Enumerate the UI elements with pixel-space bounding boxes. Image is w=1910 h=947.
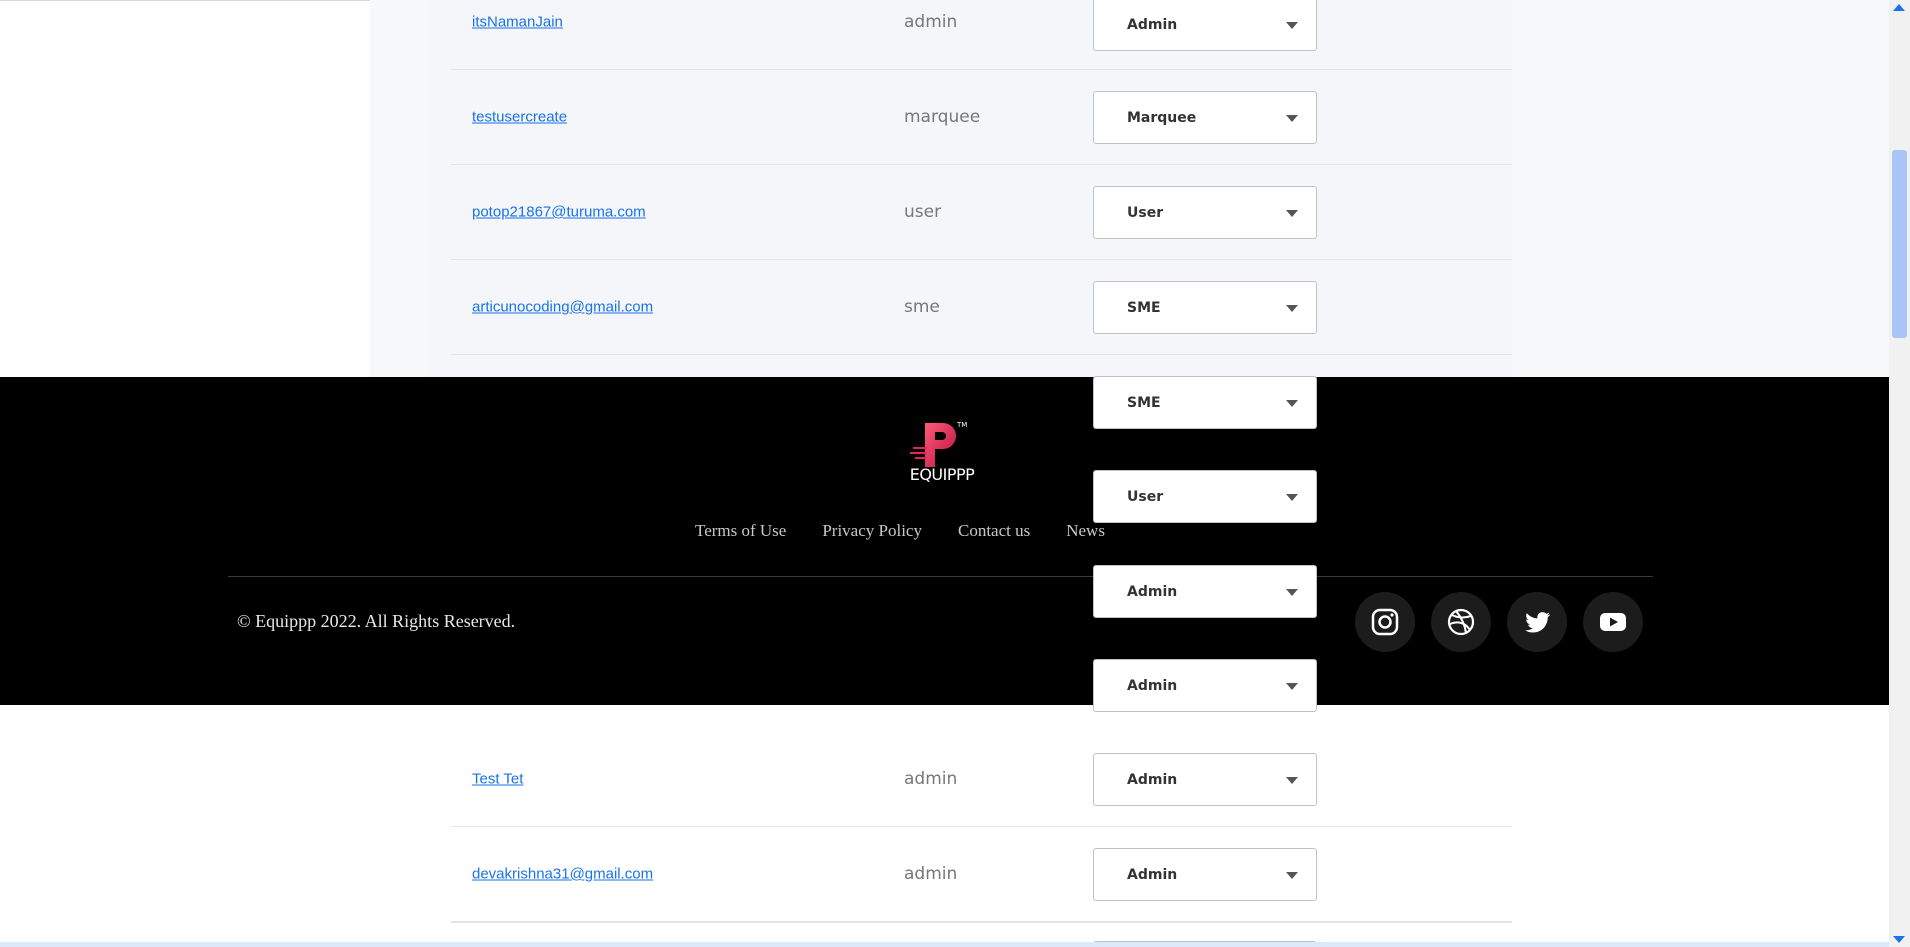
page: itsNamanJain admin testusercreate marque… — [0, 0, 1910, 947]
dribbble-button[interactable] — [1431, 592, 1491, 652]
youtube-button[interactable] — [1583, 592, 1643, 652]
user-role: admin — [904, 864, 958, 884]
chevron-down-icon — [1286, 21, 1298, 29]
user-name-link[interactable]: articunocoding@gmail.com — [472, 299, 653, 316]
copyright-text: © Equippp 2022. All Rights Reserved. — [237, 611, 516, 631]
privacy-policy-link[interactable]: Privacy Policy — [822, 521, 922, 541]
table-row: potop21867@turuma.com user — [451, 165, 1512, 260]
role-select-value: Admin — [1127, 677, 1178, 694]
role-select[interactable]: SME — [1093, 376, 1317, 429]
twitter-icon — [1525, 612, 1551, 633]
user-name-link[interactable]: devakrishna31@gmail.com — [472, 866, 653, 883]
user-role: admin — [904, 769, 958, 789]
role-select[interactable]: SME — [1093, 281, 1317, 334]
scrollbar-thumb[interactable] — [1892, 150, 1907, 338]
role-select-value: Admin — [1127, 866, 1178, 883]
logo-wordmark: EQUIPPP — [909, 465, 975, 484]
role-select[interactable]: Admin — [1093, 659, 1317, 712]
user-name-link[interactable]: testusercreate — [472, 109, 567, 126]
vertical-scrollbar[interactable] — [1889, 0, 1910, 947]
table-row: articunocoding@gmail.com sme — [451, 260, 1512, 355]
user-role: admin — [904, 12, 958, 32]
role-select-value: Admin — [1127, 771, 1178, 788]
chevron-down-icon — [1286, 588, 1298, 596]
role-select[interactable]: Admin — [1093, 565, 1317, 618]
table-row: itsNamanJain admin — [451, 0, 1512, 70]
instagram-button[interactable] — [1355, 592, 1415, 652]
role-select-value: SME — [1127, 394, 1161, 411]
role-select[interactable]: Admin — [1093, 848, 1317, 901]
user-name-link[interactable]: Test Tet — [472, 771, 523, 788]
role-select-value: User — [1127, 488, 1164, 505]
contact-us-link[interactable]: Contact us — [958, 521, 1030, 541]
scroll-down-arrow-icon[interactable] — [1893, 936, 1905, 943]
chevron-down-icon — [1286, 209, 1298, 217]
bottom-scrollbar-track — [0, 942, 1889, 947]
role-select[interactable]: Admin — [1093, 753, 1317, 806]
instagram-icon — [1371, 608, 1399, 636]
dribbble-icon — [1447, 608, 1475, 636]
user-name-link[interactable]: itsNamanJain — [472, 14, 563, 31]
chevron-down-icon — [1286, 399, 1298, 407]
twitter-button[interactable] — [1507, 592, 1567, 652]
footer-divider — [228, 576, 1653, 577]
site-footer: TM EQUIPPP Terms of Use Privacy Policy C… — [0, 377, 1889, 705]
chevron-down-icon — [1286, 114, 1298, 122]
user-name-link[interactable]: potop21867@turuma.com — [472, 204, 646, 221]
role-select[interactable]: Marquee — [1093, 91, 1317, 144]
youtube-icon — [1600, 613, 1626, 631]
role-select-value: Admin — [1127, 583, 1178, 600]
chevron-down-icon — [1286, 776, 1298, 784]
terms-of-use-link[interactable]: Terms of Use — [695, 521, 786, 541]
chevron-down-icon — [1286, 304, 1298, 312]
user-role: user — [904, 202, 942, 222]
scroll-up-arrow-icon[interactable] — [1893, 4, 1905, 11]
role-select-value: Marquee — [1127, 109, 1197, 126]
table-row: testusercreate marquee — [451, 70, 1512, 165]
table-row: Test Tet admin — [451, 732, 1512, 827]
user-role: sme — [904, 297, 940, 317]
role-select[interactable]: Admin — [1093, 0, 1317, 51]
footer-nav: Terms of Use Privacy Policy Contact us N… — [695, 521, 1105, 541]
role-select-value: Admin — [1127, 16, 1178, 33]
role-select-value: User — [1127, 204, 1164, 221]
user-role: marquee — [904, 107, 981, 127]
table-row: devakrishna31@gmail.com admin — [451, 827, 1512, 922]
chevron-down-icon — [1286, 493, 1298, 501]
role-select[interactable]: User — [1093, 186, 1317, 239]
chevron-down-icon — [1286, 682, 1298, 690]
role-select-value: SME — [1127, 299, 1161, 316]
svg-text:TM: TM — [956, 421, 967, 429]
role-select[interactable]: User — [1093, 470, 1317, 523]
news-link[interactable]: News — [1066, 521, 1105, 541]
chevron-down-icon — [1286, 871, 1298, 879]
